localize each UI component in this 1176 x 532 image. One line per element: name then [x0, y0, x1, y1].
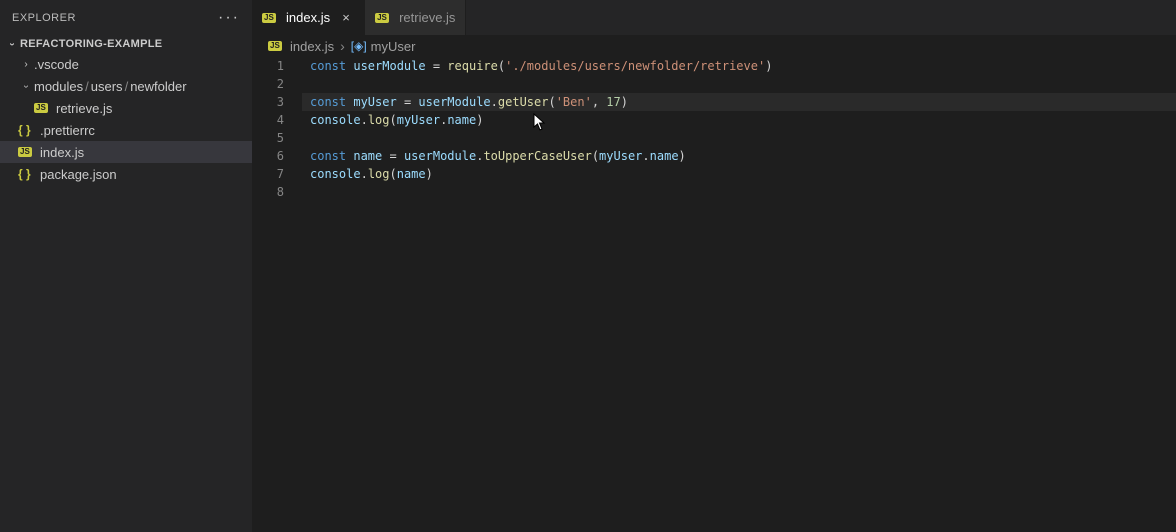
- folder-vscode[interactable]: › .vscode: [0, 53, 252, 75]
- explorer-sidebar: EXPLORER ··· › REFACTORING-EXAMPLE › .vs…: [0, 0, 252, 532]
- explorer-title: EXPLORER: [12, 12, 76, 24]
- breadcrumb[interactable]: JS index.js › [◈] myUser: [252, 35, 1176, 57]
- js-file-icon: JS: [34, 103, 52, 113]
- folder-segment: newfolder: [130, 79, 186, 94]
- project-name: REFACTORING-EXAMPLE: [20, 38, 162, 50]
- code-editor[interactable]: 12345678 const userModule = require('./m…: [252, 57, 1176, 532]
- tab-bar: JS index.js × JS retrieve.js: [252, 0, 1176, 35]
- tab-label: index.js: [286, 10, 330, 25]
- editor-area: JS index.js × JS retrieve.js JS index.js…: [252, 0, 1176, 532]
- file-prettierrc[interactable]: { } .prettierrc: [0, 119, 252, 141]
- folder-label: .vscode: [34, 57, 79, 72]
- chevron-right-icon: ›: [18, 59, 34, 70]
- file-retrieve-js[interactable]: JS retrieve.js: [0, 97, 252, 119]
- breadcrumb-symbol: myUser: [371, 39, 416, 54]
- js-file-icon: JS: [18, 147, 36, 157]
- chevron-down-icon: ›: [21, 78, 32, 94]
- code-line[interactable]: console.log(myUser.name): [302, 111, 1176, 129]
- line-number: 5: [252, 129, 284, 147]
- code-line[interactable]: [302, 183, 1176, 201]
- code-line[interactable]: const userModule = require('./modules/us…: [302, 57, 1176, 75]
- folder-segment: modules: [34, 79, 83, 94]
- line-number: 3: [252, 93, 284, 111]
- variable-symbol-icon: [◈]: [351, 39, 367, 53]
- json-file-icon: { }: [18, 123, 36, 137]
- tab-label: retrieve.js: [399, 10, 455, 25]
- line-number-gutter: 12345678: [252, 57, 302, 532]
- path-separator: /: [83, 79, 91, 94]
- file-label: index.js: [40, 145, 84, 160]
- file-label: package.json: [40, 167, 117, 182]
- js-file-icon: JS: [268, 41, 286, 51]
- file-index-js[interactable]: JS index.js: [0, 141, 252, 163]
- code-content[interactable]: const userModule = require('./modules/us…: [302, 57, 1176, 532]
- breadcrumb-file: index.js: [290, 39, 334, 54]
- code-line[interactable]: const name = userModule.toUpperCaseUser(…: [302, 147, 1176, 165]
- file-label: retrieve.js: [56, 101, 112, 116]
- folder-segment: users: [91, 79, 123, 94]
- file-label: .prettierrc: [40, 123, 95, 138]
- file-tree: › .vscode › modules/users/newfolder JS r…: [0, 53, 252, 532]
- file-package-json[interactable]: { } package.json: [0, 163, 252, 185]
- code-line[interactable]: [302, 75, 1176, 93]
- line-number: 4: [252, 111, 284, 129]
- chevron-right-icon: ›: [334, 38, 351, 54]
- path-separator: /: [123, 79, 131, 94]
- line-number: 6: [252, 147, 284, 165]
- tab-retrieve-js[interactable]: JS retrieve.js: [365, 0, 466, 35]
- line-number: 8: [252, 183, 284, 201]
- chevron-down-icon: ›: [7, 36, 18, 52]
- folder-modules-path[interactable]: › modules/users/newfolder: [0, 75, 252, 97]
- more-actions-icon[interactable]: ···: [218, 9, 240, 27]
- line-number: 2: [252, 75, 284, 93]
- explorer-header: EXPLORER ···: [0, 0, 252, 35]
- js-file-icon: JS: [262, 13, 280, 23]
- code-line[interactable]: console.log(name): [302, 165, 1176, 183]
- line-number: 7: [252, 165, 284, 183]
- close-icon[interactable]: ×: [338, 10, 354, 25]
- js-file-icon: JS: [375, 13, 393, 23]
- tab-index-js[interactable]: JS index.js ×: [252, 0, 365, 35]
- json-file-icon: { }: [18, 167, 36, 181]
- line-number: 1: [252, 57, 284, 75]
- project-root[interactable]: › REFACTORING-EXAMPLE: [0, 35, 252, 53]
- code-line[interactable]: [302, 129, 1176, 147]
- code-line[interactable]: const myUser = userModule.getUser('Ben',…: [302, 93, 1176, 111]
